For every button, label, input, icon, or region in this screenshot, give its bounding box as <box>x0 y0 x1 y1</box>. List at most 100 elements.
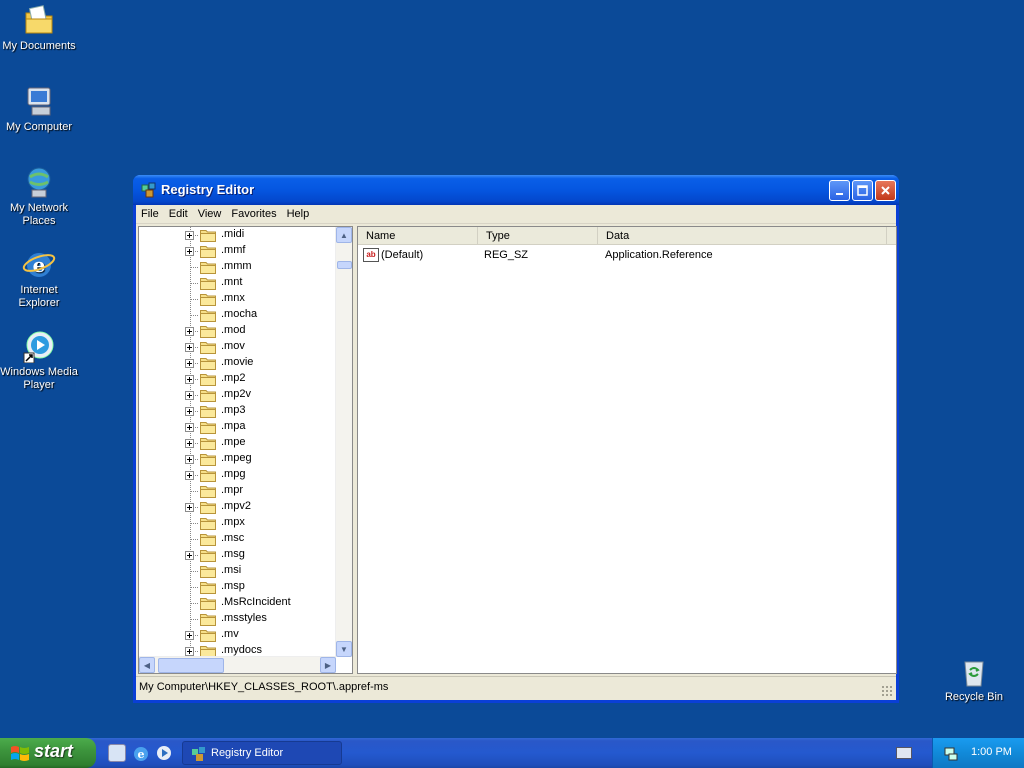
expand-icon[interactable] <box>185 503 194 512</box>
expand-icon[interactable] <box>185 375 194 384</box>
tree-item[interactable]: .mpx <box>139 515 336 531</box>
menu-favorites[interactable]: Favorites <box>226 205 281 224</box>
desktop-icon-my-network-places[interactable]: My Network Places <box>0 165 78 228</box>
tree-item[interactable]: .msstyles <box>139 611 336 627</box>
column-header-data[interactable]: Data <box>598 227 887 245</box>
menu-file[interactable]: File <box>136 205 164 224</box>
tree-item[interactable]: .mmm <box>139 259 336 275</box>
tree-item[interactable]: .mpeg <box>139 451 336 467</box>
expand-icon[interactable] <box>185 423 194 432</box>
tree-item[interactable]: .mp3 <box>139 403 336 419</box>
tree-item-label: .mpe <box>221 436 246 448</box>
show-desktop-icon[interactable] <box>108 744 126 762</box>
desktop-icon-label: My Network Places <box>9 202 69 227</box>
tree-item[interactable]: .msg <box>139 547 336 563</box>
scroll-thumb[interactable] <box>158 658 224 673</box>
desktop-icon-windows-media-player[interactable]: Windows Media Player <box>0 329 78 392</box>
taskbar: start e Registry Editor 1:00 PM <box>0 738 1024 768</box>
internet-explorer-icon[interactable]: e <box>132 744 150 762</box>
expand-icon[interactable] <box>185 551 194 560</box>
close-button[interactable] <box>875 180 896 201</box>
scroll-left-button[interactable]: ◀ <box>139 657 155 673</box>
tree-item[interactable]: .mnx <box>139 291 336 307</box>
tree-item[interactable]: .mpg <box>139 467 336 483</box>
expand-icon[interactable] <box>185 391 194 400</box>
desktop-icon-my-documents[interactable]: My Documents <box>0 3 78 53</box>
scroll-down-button[interactable]: ▼ <box>336 641 352 657</box>
keyboard-icon[interactable] <box>896 747 912 759</box>
column-header-name[interactable]: Name <box>358 227 478 245</box>
expand-icon[interactable] <box>185 647 194 656</box>
tree-item[interactable]: .msp <box>139 579 336 595</box>
expand-icon[interactable] <box>185 455 194 464</box>
menu-help[interactable]: Help <box>282 205 315 224</box>
tree-item-label: .msstyles <box>221 612 267 624</box>
expand-icon[interactable] <box>185 231 194 240</box>
tree-item-label: .MsRcIncident <box>221 596 291 608</box>
menu-view[interactable]: View <box>193 205 227 224</box>
desktop-icon-label: Windows Media Player <box>0 366 78 391</box>
expand-icon[interactable] <box>185 631 194 640</box>
network-tray-icon[interactable] <box>943 745 959 761</box>
tree-item[interactable]: .mod <box>139 323 336 339</box>
expand-icon[interactable] <box>185 471 194 480</box>
value-name: (Default) <box>381 249 424 261</box>
tree-item[interactable]: .mp2 <box>139 371 336 387</box>
windows-media-player-icon[interactable] <box>155 744 173 762</box>
tree-item[interactable]: .mv <box>139 627 336 643</box>
clock[interactable]: 1:00 PM <box>971 746 1012 758</box>
internet-explorer-icon: e <box>22 247 56 281</box>
desktop-icon-my-computer[interactable]: My Computer <box>0 84 78 134</box>
key-tree-pane[interactable]: .midi .mmf .mmm .mnt .mnx .mocha .mod .mov .movi… <box>138 226 353 674</box>
svg-text:e: e <box>138 748 145 761</box>
tree-item[interactable]: .mnt <box>139 275 336 291</box>
tree-item[interactable]: .mpr <box>139 483 336 499</box>
windows-logo-icon <box>11 746 29 761</box>
tree-horizontal-scrollbar[interactable]: ◀ ▶ <box>139 656 336 673</box>
desktop-icon-recycle-bin[interactable]: Recycle Bin <box>936 656 1012 703</box>
menu-edit[interactable]: Edit <box>164 205 193 224</box>
minimize-button[interactable] <box>829 180 850 201</box>
tree-item[interactable]: .mp2v <box>139 387 336 403</box>
column-header-type[interactable]: Type <box>478 227 598 245</box>
tree-item[interactable]: .msi <box>139 563 336 579</box>
resize-grip[interactable] <box>881 685 893 697</box>
expand-icon[interactable] <box>185 407 194 416</box>
title-bar[interactable]: Registry Editor <box>133 175 899 205</box>
scroll-up-button[interactable]: ▲ <box>336 227 352 243</box>
folder-icon <box>200 357 216 370</box>
maximize-button[interactable] <box>852 180 873 201</box>
value-data: Application.Reference <box>605 249 713 261</box>
my-documents-icon <box>22 3 56 37</box>
expand-icon[interactable] <box>185 343 194 352</box>
tree-item[interactable]: .mocha <box>139 307 336 323</box>
scroll-thumb[interactable] <box>337 261 352 269</box>
taskbar-button-registry-editor[interactable]: Registry Editor <box>182 741 342 765</box>
tree-item[interactable]: .mmf <box>139 243 336 259</box>
task-label: Registry Editor <box>211 747 284 759</box>
window-title: Registry Editor <box>161 182 255 197</box>
scroll-right-button[interactable]: ▶ <box>320 657 336 673</box>
expand-icon[interactable] <box>185 359 194 368</box>
tree-item[interactable]: .MsRcIncident <box>139 595 336 611</box>
tree-item[interactable]: .midi <box>139 227 336 243</box>
tree-item[interactable]: .mpv2 <box>139 499 336 515</box>
folder-icon <box>200 517 216 530</box>
tree-item[interactable]: .mpa <box>139 419 336 435</box>
tree-vertical-scrollbar[interactable]: ▲ ▼ <box>335 227 352 657</box>
tree-item[interactable]: .mov <box>139 339 336 355</box>
tree-item-label: .mocha <box>221 308 258 320</box>
tree-item[interactable]: .msc <box>139 531 336 547</box>
tree-connector <box>191 283 199 284</box>
tree-item[interactable]: .mpe <box>139 435 336 451</box>
desktop-icon-internet-explorer[interactable]: e Internet Explorer <box>0 247 78 310</box>
tree-item-label: .msc <box>221 532 245 544</box>
tree-item[interactable]: .movie <box>139 355 336 371</box>
expand-icon[interactable] <box>185 327 194 336</box>
expand-icon[interactable] <box>185 247 194 256</box>
start-button[interactable]: start <box>0 738 96 768</box>
table-row[interactable]: ab (Default) REG_SZ Application.Referenc… <box>358 247 896 264</box>
expand-icon[interactable] <box>185 439 194 448</box>
values-list-pane[interactable]: Name Type Data ab (Default) REG_SZ Appli… <box>357 226 897 674</box>
status-path: My Computer\HKEY_CLASSES_ROOT\.appref-ms <box>139 681 389 693</box>
